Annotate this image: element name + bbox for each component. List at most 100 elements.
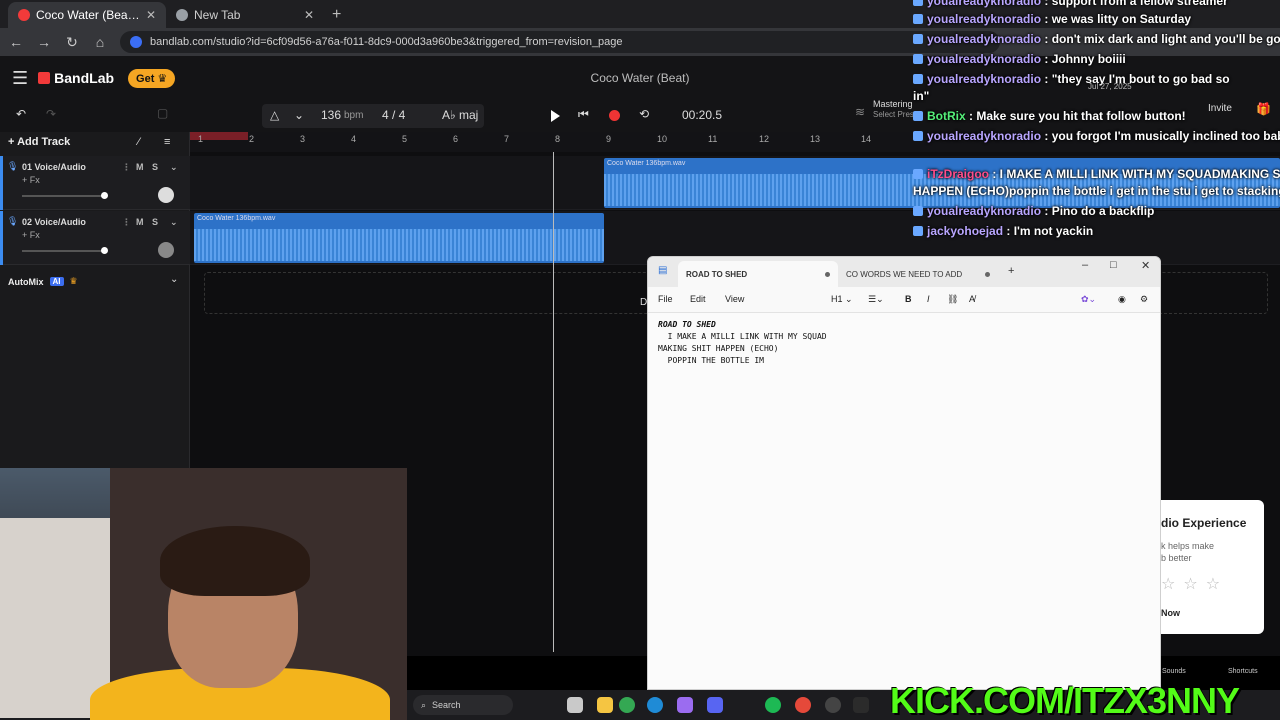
redo-icon[interactable]: ↷ [46,107,56,121]
spotify-icon[interactable] [765,697,781,713]
forward-arrow-icon[interactable]: → [36,34,52,50]
browser-tab-newtab[interactable]: New Tab ✕ [166,2,324,28]
rate-now-button[interactable]: Now [1161,608,1180,618]
chat-badge-icon [913,131,923,141]
url-input[interactable]: bandlab.com/studio?id=6cf09d56-a76a-f011… [120,31,1000,53]
menu-file[interactable]: File [658,294,673,304]
play-icon[interactable] [551,110,560,122]
copilot-taskbar-icon[interactable] [677,697,693,713]
get-membership-button[interactable]: Get ♛ [128,68,176,88]
maximize-icon[interactable]: □ [1110,259,1117,271]
taskbar-search[interactable]: ⌕ Search [413,695,513,715]
close-tab-icon[interactable]: ✕ [146,8,156,22]
star-rating[interactable]: ☆☆☆ [1161,574,1228,594]
site-info-icon[interactable] [130,36,142,48]
terminal-icon[interactable] [853,697,869,713]
discord-icon[interactable] [707,697,723,713]
menu-edit[interactable]: Edit [690,294,706,304]
tab-title: Coco Water (Beat) - Studio [36,8,140,22]
panel-toggle-icon[interactable]: ▢ [157,106,168,120]
close-icon[interactable]: ✕ [1141,259,1150,272]
volume-slider[interactable] [22,195,106,197]
heading-dropdown[interactable]: H1 ⌄ [831,294,853,305]
loop-icon[interactable]: ⟲ [639,107,649,121]
mastering-preset[interactable]: Select Pres [873,110,914,119]
ruler-bar-number: 8 [555,134,561,144]
key-selector[interactable]: A♭ maj [442,108,478,122]
volume-slider-handle[interactable] [101,192,108,199]
wand-icon[interactable]: ⁄ [138,136,140,148]
menu-view[interactable]: View [725,294,744,304]
minimize-icon[interactable]: – [1082,259,1088,271]
notepad-text-area[interactable]: ROAD TO SHED I MAKE A MILLI LINK WITH MY… [648,313,1160,689]
ruler-bar-number: 1 [198,134,204,144]
chat-username: iTzDraigoo [927,167,989,181]
bold-icon[interactable]: B [905,294,912,304]
more-options-icon[interactable]: ⋮ [122,162,131,173]
add-track-button[interactable]: + Add Track [8,136,70,148]
close-tab-icon[interactable]: ✕ [304,8,314,22]
shortcuts-link[interactable]: Shortcuts [1228,668,1258,675]
track-row[interactable]: 🎙 01 Voice/Audio + Fx ⋮ M S ⌄ [0,156,190,210]
project-title[interactable]: Coco Water (Beat) [560,71,720,85]
chat-username: jackyohoejad [927,224,1004,238]
time-display: 00:20.5 [682,108,723,122]
chevron-down-icon[interactable]: ⌄ [170,274,178,285]
mixer-icon[interactable]: ≡ [164,136,170,148]
rewind-icon[interactable]: ⏮ [578,107,589,122]
file-explorer-icon[interactable] [567,697,583,713]
sounds-link[interactable]: Sounds [1162,668,1186,675]
edge-icon[interactable] [647,697,663,713]
unsaved-dot-icon[interactable] [985,271,990,277]
solo-button[interactable]: S [152,217,158,227]
chevron-down-icon[interactable]: ⌄ [170,217,178,228]
back-arrow-icon[interactable]: ← [8,34,24,50]
audio-clip[interactable]: Coco Water 136bpm.wav [194,213,604,263]
gear-icon[interactable]: ⚙ [1140,294,1148,305]
mute-button[interactable]: M [136,162,144,172]
ruler-bar-number: 3 [300,134,306,144]
pan-knob[interactable] [158,187,174,203]
solo-button[interactable]: S [152,162,158,172]
unsaved-dot-icon[interactable] [825,271,830,277]
chevron-down-icon[interactable]: ⌄ [294,108,304,122]
bpm-value[interactable]: 136 [321,108,341,122]
notepad-tab-words[interactable]: CO WORDS WE NEED TO ADD [838,261,998,287]
browser-icon[interactable] [795,697,811,713]
italic-icon[interactable]: I [927,294,930,304]
time-signature[interactable]: 4 / 4 [382,108,405,122]
new-tab-plus-icon[interactable]: + [1008,265,1014,277]
track-name[interactable]: 01 Voice/Audio [22,162,86,172]
pan-knob[interactable] [158,242,174,258]
folder-icon[interactable] [597,697,613,713]
link-icon[interactable]: ⛓ [947,294,958,305]
mute-button[interactable]: M [136,217,144,227]
record-icon[interactable] [609,110,620,121]
metronome-icon[interactable]: △ [270,108,279,122]
more-options-icon[interactable]: ⋮ [122,217,131,228]
automix-section[interactable]: AutoMix AI ♛ [8,276,78,287]
mastering-label[interactable]: Mastering [873,99,913,109]
volume-slider-handle[interactable] [101,247,108,254]
hamburger-menu-icon[interactable]: ☰ [12,68,28,89]
reload-icon[interactable]: ↻ [64,34,80,51]
new-tab-plus-icon[interactable]: + [324,6,349,28]
home-icon[interactable]: ⌂ [92,34,108,50]
chevron-down-icon[interactable]: ⌄ [170,162,178,173]
undo-icon[interactable]: ↶ [16,107,26,121]
playhead[interactable] [553,152,554,652]
volume-slider[interactable] [22,250,106,252]
copilot-icon[interactable]: ✿⌄ [1081,294,1096,305]
chrome-icon[interactable] [619,697,635,713]
bandlab-logo[interactable]: BandLab [38,70,114,86]
clear-format-icon[interactable]: A̸ [969,294,975,304]
list-dropdown-icon[interactable]: ☰⌄ [868,294,884,305]
obs-icon[interactable] [825,697,841,713]
notepad-tab-road-to-shed[interactable]: ROAD TO SHED [678,261,838,287]
account-icon[interactable]: ◉ [1118,294,1126,305]
add-fx-button[interactable]: + Fx [22,175,40,185]
track-name[interactable]: 02 Voice/Audio [22,217,86,227]
add-fx-button[interactable]: + Fx [22,230,40,240]
track-row[interactable]: 🎙 02 Voice/Audio + Fx ⋮ M S ⌄ [0,211,190,265]
browser-tab-studio[interactable]: Coco Water (Beat) - Studio ✕ [8,2,166,28]
